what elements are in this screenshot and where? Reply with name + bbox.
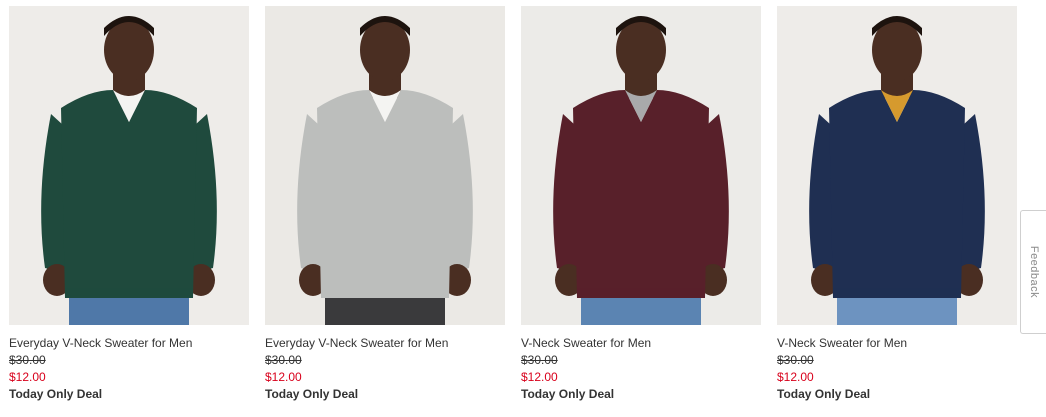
deal-badge: Today Only Deal (9, 387, 103, 401)
product-image[interactable] (777, 6, 1017, 325)
product-card[interactable]: V-Neck Sweater for Men $30.00 $12.00 Tod… (777, 6, 1017, 411)
deal-badge: Today Only Deal (265, 387, 359, 401)
product-name[interactable]: Everyday V-Neck Sweater for Men (265, 336, 448, 350)
product-card[interactable]: V-Neck Sweater for Men $30.00 $12.00 Tod… (521, 6, 761, 411)
product-grid: Everyday V-Neck Sweater for Men $30.00 $… (9, 6, 1017, 411)
deal-badge: Today Only Deal (521, 387, 615, 401)
sale-price: $12.00 (265, 370, 302, 384)
sale-price: $12.00 (777, 370, 814, 384)
product-image[interactable] (521, 6, 761, 325)
model-illustration (265, 6, 505, 325)
product-card[interactable]: Everyday V-Neck Sweater for Men $30.00 $… (265, 6, 505, 411)
model-illustration (9, 6, 249, 325)
feedback-label: Feedback (1027, 245, 1040, 299)
product-name[interactable]: V-Neck Sweater for Men (521, 336, 651, 350)
sale-price: $12.00 (9, 370, 46, 384)
product-name[interactable]: V-Neck Sweater for Men (777, 336, 907, 350)
original-price: $30.00 (9, 353, 46, 367)
product-name[interactable]: Everyday V-Neck Sweater for Men (9, 336, 192, 350)
model-illustration (777, 6, 1017, 325)
original-price: $30.00 (521, 353, 558, 367)
product-image[interactable] (265, 6, 505, 325)
product-image[interactable] (9, 6, 249, 325)
feedback-tab[interactable]: Feedback (1020, 210, 1046, 334)
original-price: $30.00 (265, 353, 302, 367)
product-card[interactable]: Everyday V-Neck Sweater for Men $30.00 $… (9, 6, 249, 411)
original-price: $30.00 (777, 353, 814, 367)
sale-price: $12.00 (521, 370, 558, 384)
model-illustration (521, 6, 761, 325)
deal-badge: Today Only Deal (777, 387, 871, 401)
